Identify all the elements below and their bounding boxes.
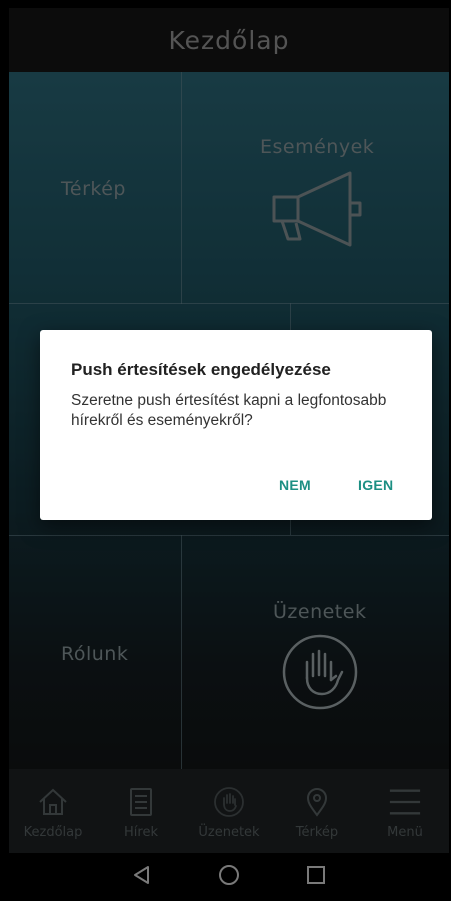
allow-button[interactable]: IGEN [358,477,393,493]
dialog-message: Szeretne push értesítést kapni a legfont… [71,392,387,429]
dialog-title: Push értesítések engedélyezése [71,360,331,379]
deny-button[interactable]: NEM [279,477,311,493]
app-screen: Kezdőlap Térkép Események Rólunk Üzenete… [9,8,449,901]
push-permission-dialog: Push értesítések engedélyezése Szeretne … [40,330,432,520]
